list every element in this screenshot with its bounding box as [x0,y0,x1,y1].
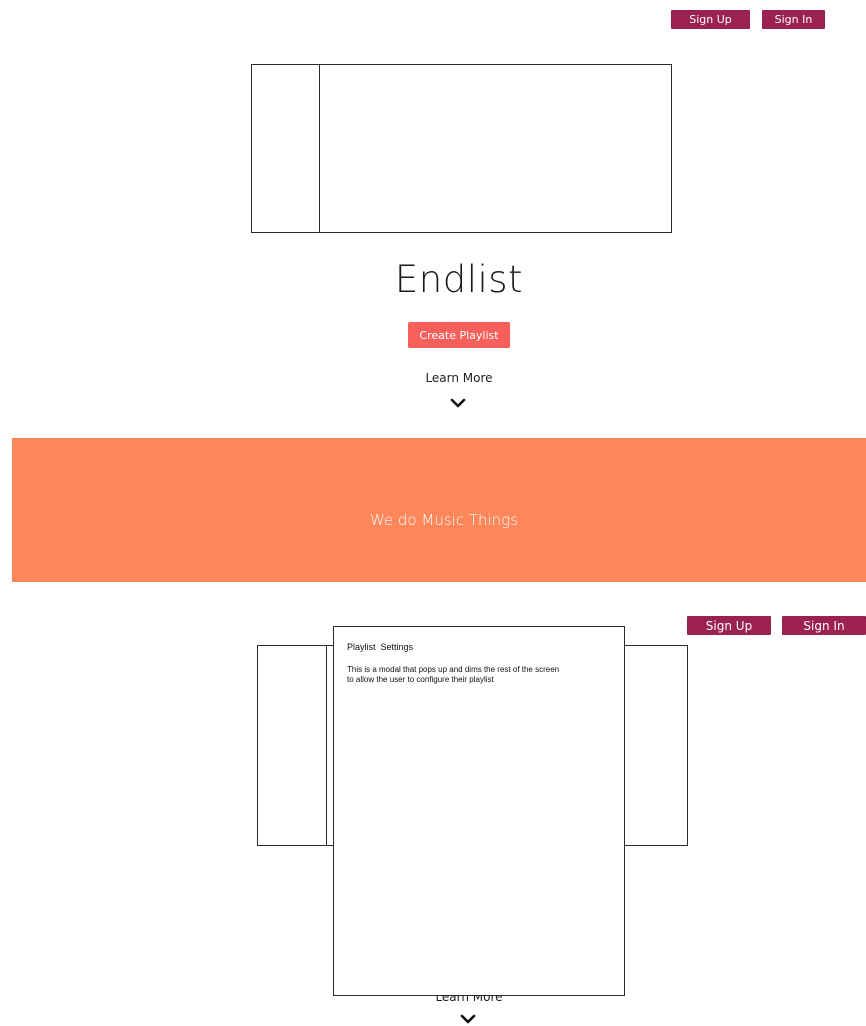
player-divider [319,65,320,232]
player-wireframe [251,64,672,233]
app-title: Endlist [394,258,524,301]
playlist-settings-modal[interactable]: Playlist Settings This is a modal that p… [333,626,625,996]
modal-title: Playlist Settings [347,642,414,652]
sign-up-button[interactable]: Sign Up [671,10,750,29]
banner: We do Music Things [12,438,866,582]
sign-up-button[interactable]: Sign Up [687,616,771,635]
modal-body: This is a modal that pops up and dims th… [347,665,560,684]
create-playlist-button[interactable]: Create Playlist [408,322,510,348]
chevron-down-icon[interactable] [460,1014,476,1026]
sign-in-button[interactable]: Sign In [782,616,866,635]
banner-text: We do Music Things [369,511,519,529]
player-divider [326,646,327,845]
sign-in-button[interactable]: Sign In [762,10,825,29]
learn-more-link[interactable]: Learn More [408,371,510,385]
chevron-down-icon[interactable] [450,398,466,410]
